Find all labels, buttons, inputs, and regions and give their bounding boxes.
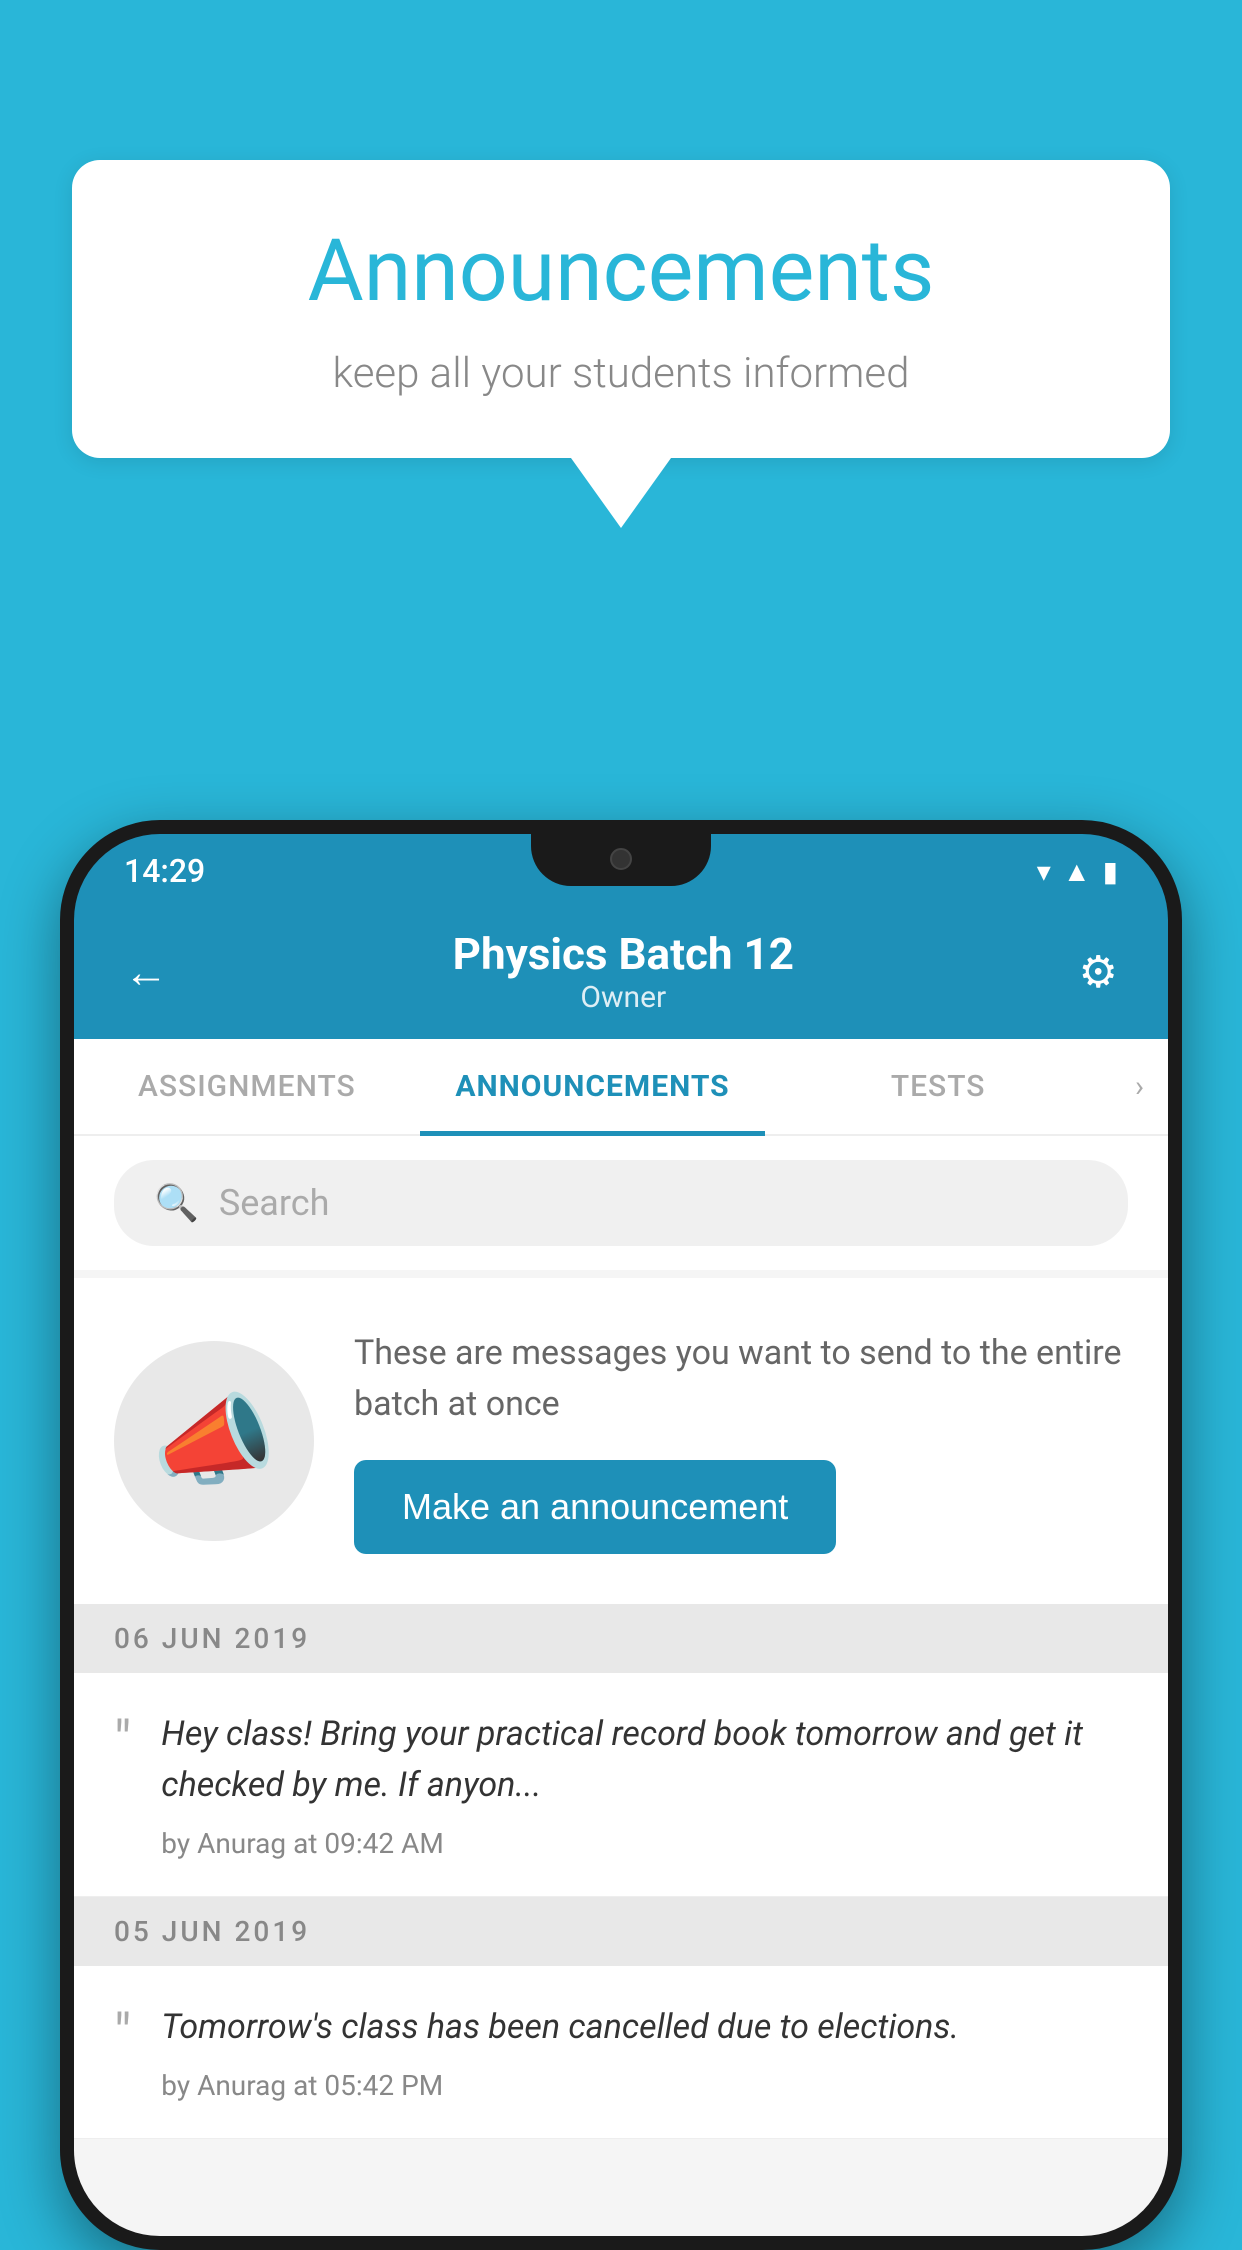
- app-header: ← Physics Batch 12 Owner ⚙: [74, 900, 1168, 1039]
- header-title-area: Physics Batch 12 Owner: [168, 928, 1079, 1015]
- batch-title: Physics Batch 12: [168, 928, 1079, 980]
- promo-icon-circle: 📣: [114, 1341, 314, 1541]
- power-button[interactable]: [1174, 1084, 1182, 1184]
- search-bar[interactable]: 🔍 Search: [114, 1160, 1128, 1246]
- date-separator-2: 05 JUN 2019: [74, 1897, 1168, 1966]
- make-announcement-button[interactable]: Make an announcement: [354, 1460, 836, 1554]
- promo-description: These are messages you want to send to t…: [354, 1328, 1128, 1430]
- announcement-meta-1: by Anurag at 09:42 AM: [161, 1827, 1128, 1860]
- tab-tests[interactable]: TESTS: [765, 1039, 1111, 1134]
- announcement-text-2: Tomorrow's class has been cancelled due …: [161, 2002, 1128, 2053]
- settings-icon[interactable]: ⚙: [1079, 946, 1118, 998]
- announcement-meta-2: by Anurag at 05:42 PM: [161, 2069, 1128, 2102]
- volume-down-button[interactable]: [60, 1124, 68, 1194]
- tab-more[interactable]: ›: [1111, 1039, 1168, 1134]
- search-container: 🔍 Search: [74, 1136, 1168, 1270]
- date-separator-1: 06 JUN 2019: [74, 1604, 1168, 1673]
- camera-notch: [610, 848, 632, 870]
- volume-up-button[interactable]: [60, 1034, 68, 1104]
- status-bar: 14:29 ▾ ▲ ▮: [74, 834, 1168, 900]
- signal-icon: ▲: [1063, 855, 1091, 888]
- speech-bubble-tail: [571, 458, 671, 528]
- batch-subtitle: Owner: [168, 980, 1079, 1015]
- phone: 14:29 ▾ ▲ ▮ ← Physics Batch 12 Owner ⚙ A…: [60, 820, 1182, 2250]
- search-icon: 🔍: [154, 1182, 199, 1224]
- tab-announcements[interactable]: ANNOUNCEMENTS: [420, 1039, 766, 1134]
- quote-icon-1: ": [114, 1715, 131, 1769]
- announcement-item-1[interactable]: " Hey class! Bring your practical record…: [74, 1673, 1168, 1897]
- announcement-item-2[interactable]: " Tomorrow's class has been cancelled du…: [74, 1966, 1168, 2139]
- announcements-title: Announcements: [152, 220, 1090, 321]
- announcement-text-1: Hey class! Bring your practical record b…: [161, 1709, 1128, 1811]
- battery-icon: ▮: [1103, 855, 1118, 888]
- announcements-subtitle: keep all your students informed: [152, 349, 1090, 398]
- search-placeholder-text: Search: [219, 1182, 330, 1224]
- megaphone-icon: 📣: [152, 1383, 277, 1500]
- tab-assignments[interactable]: ASSIGNMENTS: [74, 1039, 420, 1134]
- tabs-bar: ASSIGNMENTS ANNOUNCEMENTS TESTS ›: [74, 1039, 1168, 1136]
- back-button[interactable]: ←: [124, 946, 168, 998]
- speech-bubble: Announcements keep all your students inf…: [72, 160, 1170, 458]
- quote-icon-2: ": [114, 2008, 131, 2062]
- notch: [531, 834, 711, 886]
- status-icons: ▾ ▲ ▮: [1037, 855, 1118, 888]
- status-time: 14:29: [124, 852, 205, 890]
- promo-text-area: These are messages you want to send to t…: [354, 1328, 1128, 1554]
- wifi-icon: ▾: [1037, 855, 1051, 888]
- announcement-text-area-2: Tomorrow's class has been cancelled due …: [161, 2002, 1128, 2102]
- content-area: 🔍 Search 📣 These are messages you want t…: [74, 1136, 1168, 2236]
- announcement-text-area-1: Hey class! Bring your practical record b…: [161, 1709, 1128, 1860]
- promo-section: 📣 These are messages you want to send to…: [74, 1278, 1168, 1604]
- phone-container: 14:29 ▾ ▲ ▮ ← Physics Batch 12 Owner ⚙ A…: [60, 820, 1182, 2208]
- speech-bubble-container: Announcements keep all your students inf…: [72, 160, 1170, 528]
